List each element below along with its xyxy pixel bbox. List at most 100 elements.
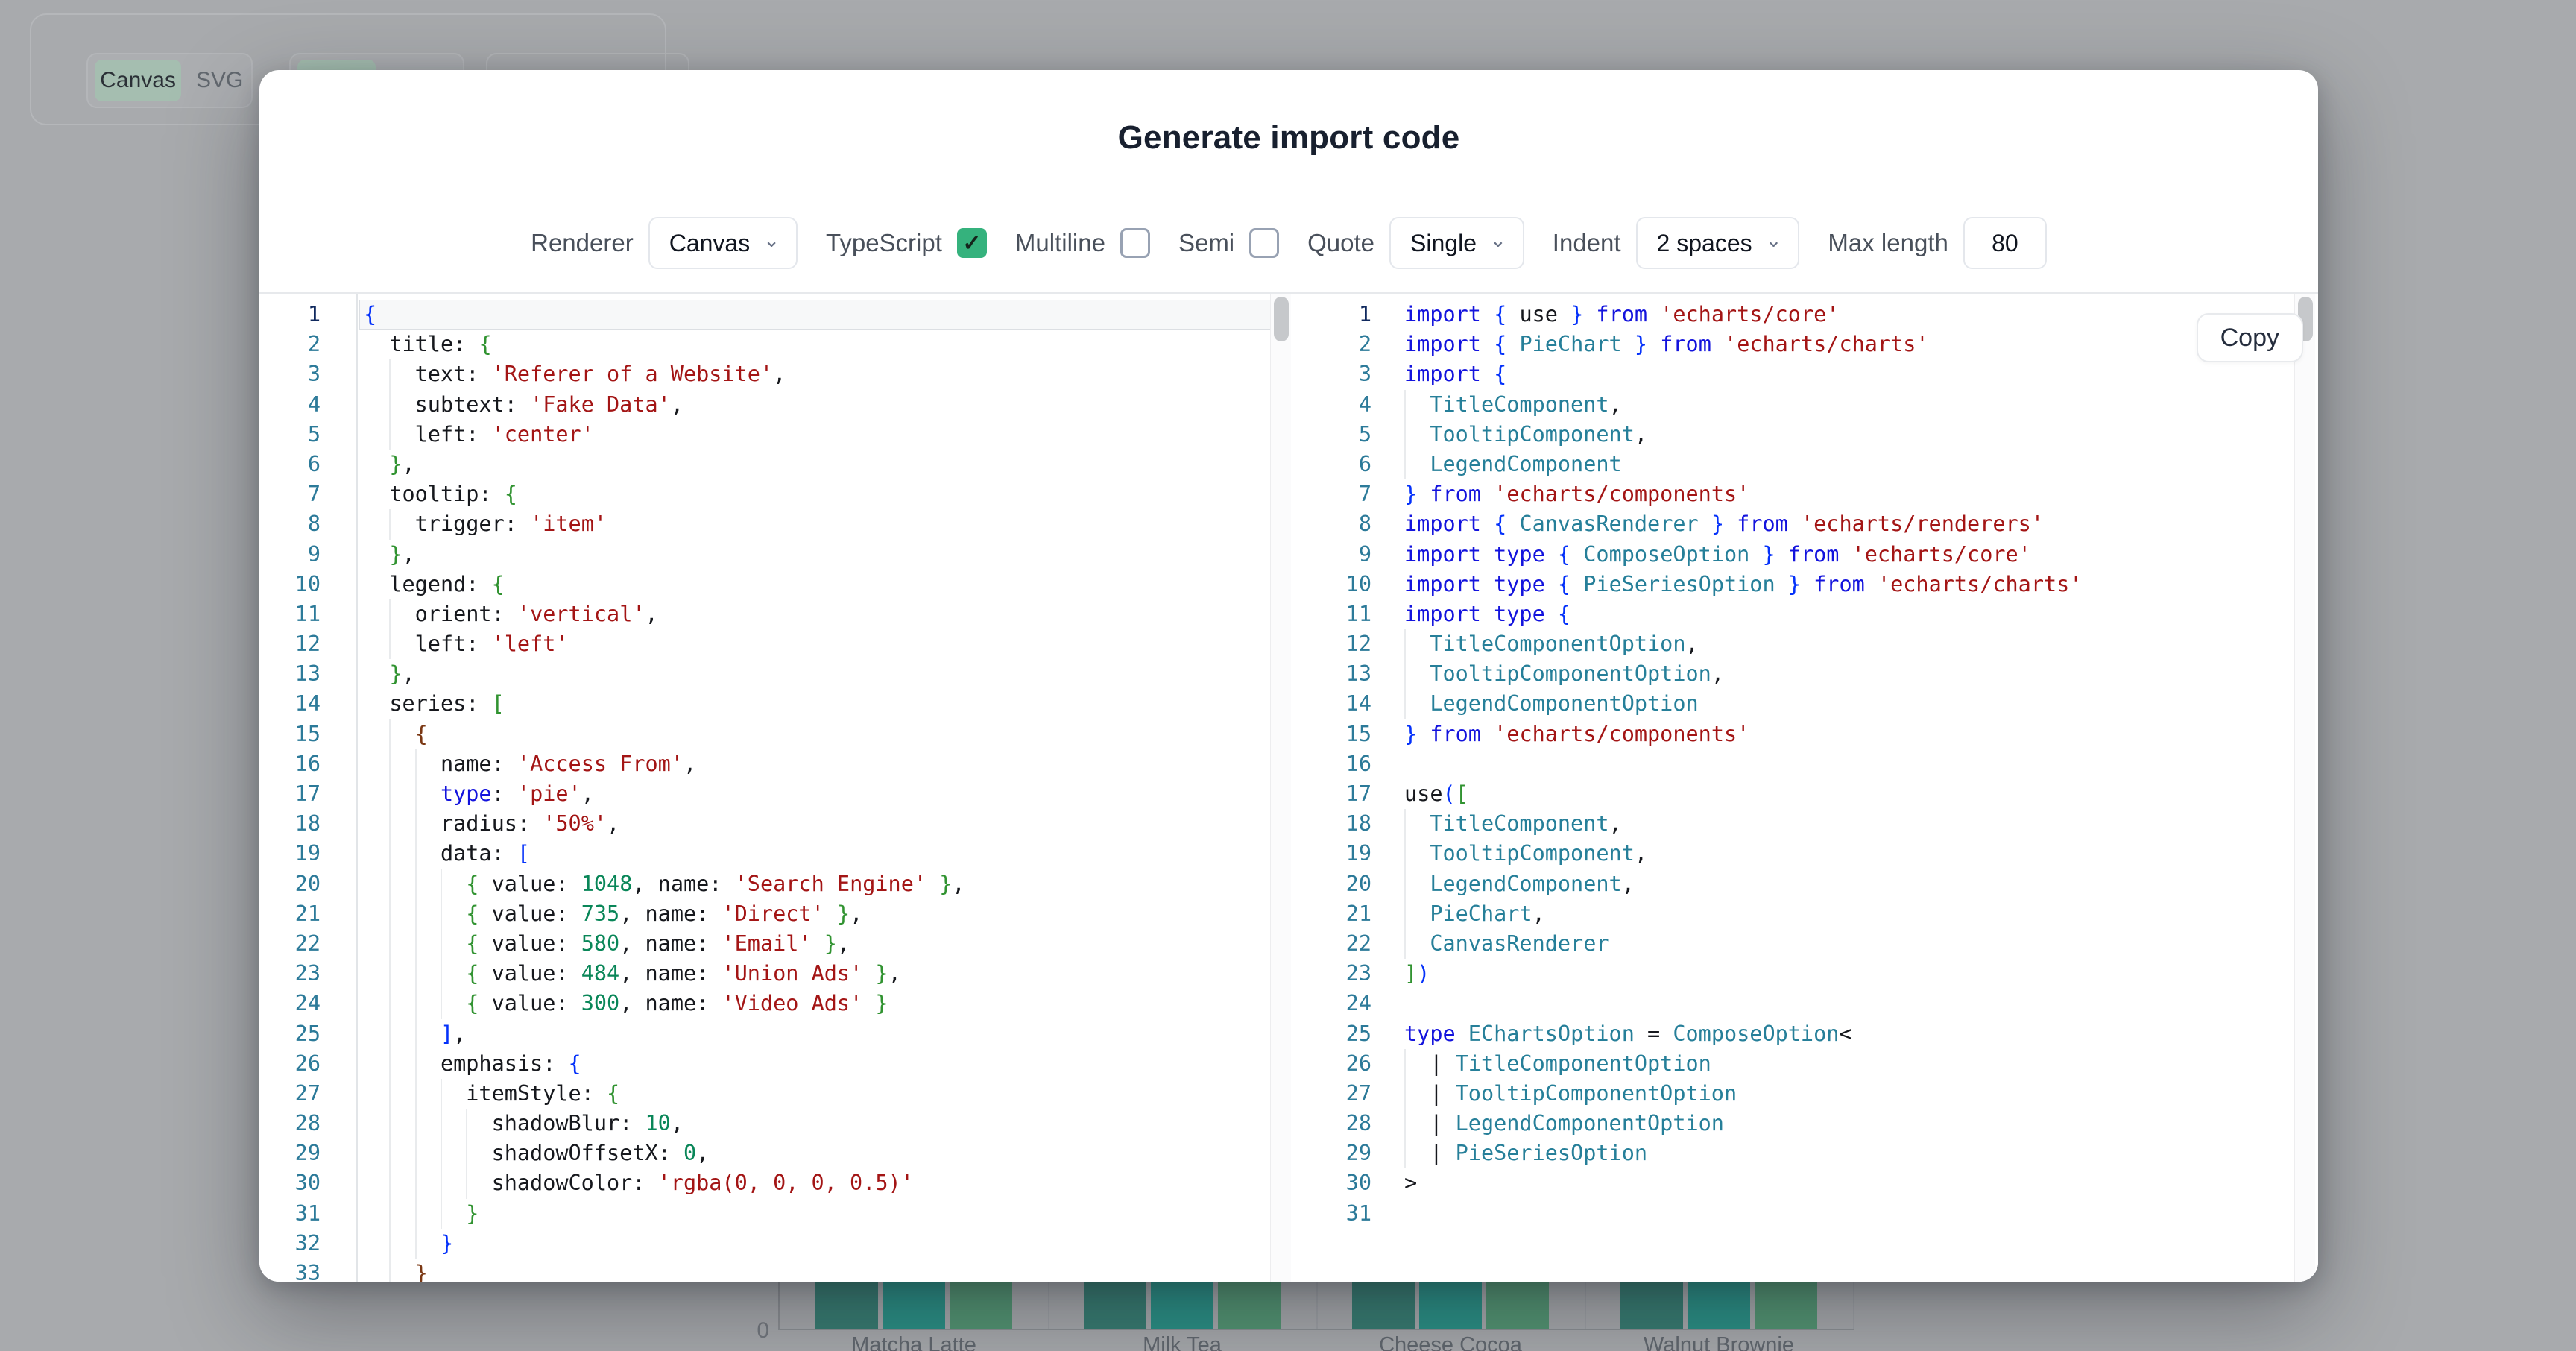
line-number: 26 bbox=[259, 1049, 356, 1079]
indent-value: 2 spaces bbox=[1657, 230, 1752, 257]
code-line bbox=[1404, 1199, 2318, 1229]
code-line: { value: 484, name: 'Union Ads' }, bbox=[359, 959, 1291, 989]
quote-select[interactable]: Single ⌄ bbox=[1389, 217, 1524, 269]
code-line: }, bbox=[359, 659, 1291, 689]
renderer-tab-group: Canvas SVG bbox=[86, 53, 253, 108]
line-number: 9 bbox=[1312, 540, 1374, 570]
semi-checkbox[interactable] bbox=[1249, 228, 1279, 258]
line-number: 29 bbox=[1312, 1139, 1374, 1168]
line-number: 7 bbox=[259, 479, 356, 509]
scrollbar-thumb[interactable] bbox=[1274, 297, 1289, 341]
right-editor-scrollbar[interactable] bbox=[2294, 294, 2315, 1282]
indent-select[interactable]: 2 spaces ⌄ bbox=[1636, 217, 1800, 269]
category-label: Matcha Latte bbox=[780, 1333, 1048, 1351]
line-number: 31 bbox=[1312, 1199, 1374, 1229]
line-number: 22 bbox=[1312, 929, 1374, 959]
code-line bbox=[1404, 989, 2318, 1018]
code-line: { value: 580, name: 'Email' }, bbox=[359, 929, 1291, 959]
line-number: 24 bbox=[259, 989, 356, 1018]
code-line: | TitleComponentOption bbox=[1404, 1049, 2318, 1079]
code-line: } bbox=[359, 1229, 1291, 1259]
bar-segment bbox=[1218, 1282, 1281, 1329]
line-number: 9 bbox=[259, 540, 356, 570]
renderer-select[interactable]: Canvas ⌄ bbox=[648, 217, 798, 269]
code-line: ], bbox=[359, 1019, 1291, 1049]
code-area: 1234567891011121314151617181920212223242… bbox=[259, 292, 2318, 1282]
typescript-checkbox[interactable]: ✓ bbox=[957, 228, 987, 258]
line-number: 32 bbox=[259, 1229, 356, 1259]
line-number: 21 bbox=[259, 899, 356, 929]
line-number: 12 bbox=[259, 629, 356, 659]
code-line: legend: { bbox=[359, 570, 1291, 599]
generate-import-code-modal: Generate import code Renderer Canvas ⌄ T… bbox=[259, 70, 2318, 1282]
code-line: | PieSeriesOption bbox=[1404, 1139, 2318, 1168]
code-line: left: 'left' bbox=[359, 629, 1291, 659]
bar-segment bbox=[883, 1282, 945, 1329]
chevron-down-icon: ⌄ bbox=[763, 229, 780, 252]
line-number: 12 bbox=[1312, 629, 1374, 659]
line-number: 6 bbox=[1312, 450, 1374, 479]
code-line: text: 'Referer of a Website', bbox=[359, 359, 1291, 389]
code-line: CanvasRenderer bbox=[1404, 929, 2318, 959]
code-line: series: [ bbox=[359, 689, 1291, 719]
code-line: import { use } from 'echarts/core' bbox=[1404, 300, 2318, 330]
code-line: { value: 735, name: 'Direct' }, bbox=[359, 899, 1291, 929]
bar-segment bbox=[1620, 1282, 1683, 1329]
code-line: }, bbox=[359, 540, 1291, 570]
indent-label: Indent bbox=[1553, 229, 1621, 257]
quote-label: Quote bbox=[1307, 229, 1374, 257]
bar-segment bbox=[1688, 1282, 1750, 1329]
code-line: TooltipComponent, bbox=[1404, 839, 2318, 869]
code-line: emphasis: { bbox=[359, 1049, 1291, 1079]
y-axis-tick-zero: 0 bbox=[757, 1318, 769, 1344]
code-line: TooltipComponent, bbox=[1404, 420, 2318, 450]
copy-button[interactable]: Copy bbox=[2197, 313, 2303, 362]
line-number: 22 bbox=[259, 929, 356, 959]
line-number: 28 bbox=[1312, 1109, 1374, 1139]
line-number: 31 bbox=[259, 1199, 356, 1229]
line-number: 1 bbox=[1312, 300, 1374, 330]
line-number: 28 bbox=[259, 1109, 356, 1139]
code-line: left: 'center' bbox=[359, 420, 1291, 450]
code-line: | TooltipComponentOption bbox=[1404, 1079, 2318, 1109]
code-line: } bbox=[359, 1259, 1291, 1282]
line-number: 17 bbox=[1312, 779, 1374, 809]
line-number: 16 bbox=[1312, 749, 1374, 779]
multiline-checkbox[interactable] bbox=[1120, 228, 1150, 258]
left-editor-scrollbar[interactable] bbox=[1270, 294, 1291, 1282]
line-number: 30 bbox=[1312, 1168, 1374, 1198]
line-number: 14 bbox=[259, 689, 356, 719]
line-number: 24 bbox=[1312, 989, 1374, 1018]
code-line: shadowBlur: 10, bbox=[359, 1109, 1291, 1139]
code-line: data: [ bbox=[359, 839, 1291, 869]
code-line: { bbox=[359, 300, 1291, 330]
line-number: 3 bbox=[1312, 359, 1374, 389]
code-line: import { PieChart } from 'echarts/charts… bbox=[1404, 330, 2318, 359]
code-line: shadowOffsetX: 0, bbox=[359, 1139, 1291, 1168]
code-content: { title: { text: 'Referer of a Website',… bbox=[359, 294, 1291, 1282]
line-number: 23 bbox=[259, 959, 356, 989]
quote-value: Single bbox=[1410, 230, 1477, 257]
max-length-input[interactable] bbox=[1963, 217, 2047, 269]
line-number: 4 bbox=[259, 390, 356, 420]
line-number: 26 bbox=[1312, 1049, 1374, 1079]
line-number: 10 bbox=[259, 570, 356, 599]
line-number: 2 bbox=[259, 330, 356, 359]
code-line: subtext: 'Fake Data', bbox=[359, 390, 1291, 420]
line-number: 30 bbox=[259, 1168, 356, 1198]
code-line: type: 'pie', bbox=[359, 779, 1291, 809]
code-line: tooltip: { bbox=[359, 479, 1291, 509]
bar-segment bbox=[1486, 1282, 1549, 1329]
bar-segment bbox=[950, 1282, 1012, 1329]
import-code-editor[interactable]: 1234567891011121314151617181920212223242… bbox=[1312, 294, 2318, 1282]
option-code-editor[interactable]: 1234567891011121314151617181920212223242… bbox=[259, 294, 1291, 1282]
line-number: 8 bbox=[1312, 509, 1374, 539]
code-line: import { CanvasRenderer } from 'echarts/… bbox=[1404, 509, 2318, 539]
checkmark-icon: ✓ bbox=[962, 230, 981, 256]
line-number: 10 bbox=[1312, 570, 1374, 599]
line-number-gutter: 1234567891011121314151617181920212223242… bbox=[1312, 294, 1374, 1282]
line-number: 3 bbox=[259, 359, 356, 389]
page: Canvas SVG Light Dark Generate code 0 Ma… bbox=[0, 0, 2576, 1351]
line-number: 21 bbox=[1312, 899, 1374, 929]
line-number: 11 bbox=[259, 599, 356, 629]
